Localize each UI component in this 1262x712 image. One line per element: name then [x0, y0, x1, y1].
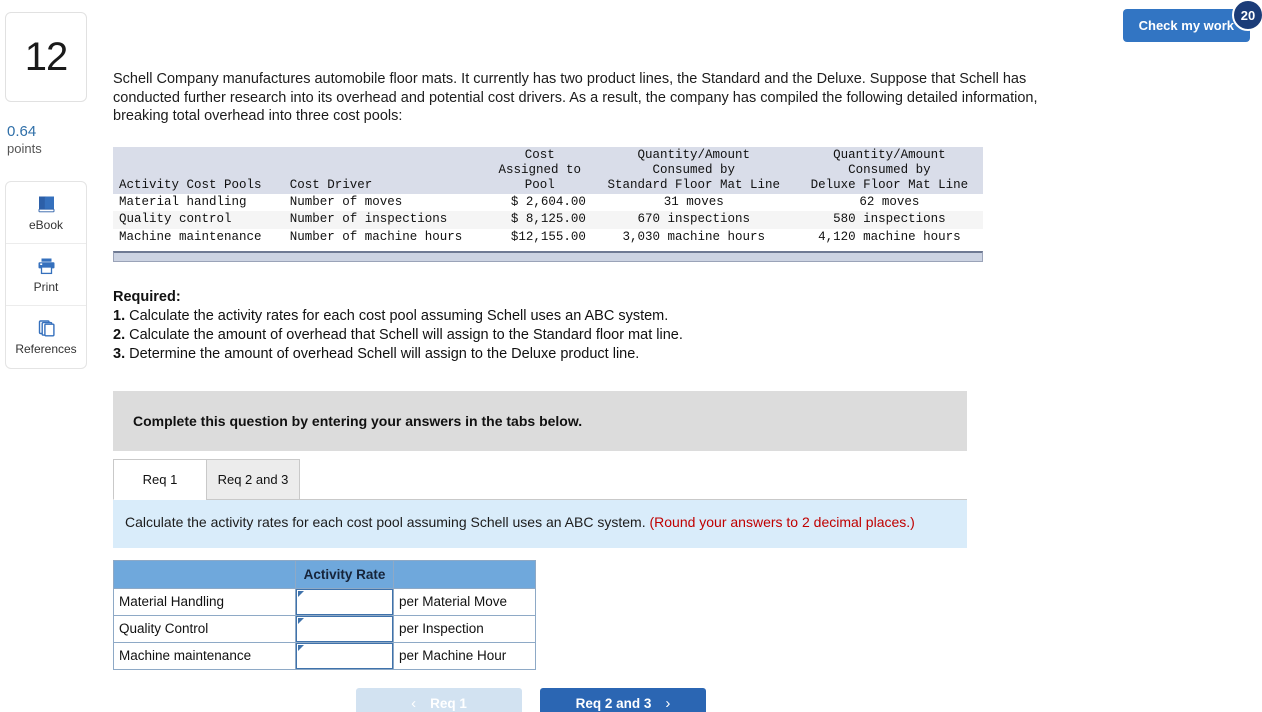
tool-ebook[interactable]: eBook — [6, 182, 86, 245]
cost-pool-table-wrapper: Activity Cost Pools Cost Driver Cost Assign… — [113, 146, 983, 262]
table-cell: Number of inspections — [283, 211, 488, 229]
prompt-text: Calculate the activity rates for each co… — [125, 513, 650, 530]
prev-req-label: Req 1 — [430, 696, 467, 712]
requirement-nav: ‹ Req 1 Req 2 and 3 › — [356, 687, 1073, 712]
printer-icon — [36, 256, 57, 276]
table-cell: 580 inspections — [795, 211, 983, 229]
check-my-work-button[interactable]: Check my work — [1122, 9, 1250, 42]
next-req-button[interactable]: Req 2 and 3 › — [540, 687, 706, 712]
table-row: Quality control Number of inspections $ 8,… — [113, 211, 983, 229]
activity-rate-cell[interactable] — [295, 641, 394, 670]
column-header: Quantity/Amount Consumed by Standard Floor… — [591, 146, 796, 194]
answer-row: Material Handling per Material Move — [113, 587, 536, 616]
required-item-text: Calculate the activity rates for each co… — [129, 307, 669, 324]
required-item-text: Determine the amount of overhead Schell … — [129, 346, 640, 363]
activity-rate-cell[interactable] — [295, 587, 394, 616]
table-row: Material handling Number of moves $ 2,604.… — [113, 194, 983, 212]
required-item: 2. Calculate the amount of overhead that… — [113, 326, 1073, 345]
answer-row: Quality Control per Inspection — [113, 614, 536, 643]
points-label: points — [7, 141, 42, 157]
table-cell: $ 2,604.00 — [510, 194, 586, 209]
points-display: 0.64 points — [5, 123, 87, 157]
question-number: 12 — [24, 34, 68, 79]
tab-req-2-and-3[interactable]: Req 2 and 3 — [206, 458, 300, 500]
tool-panel: eBook Print References — [5, 181, 87, 370]
answer-header-row: Activity Rate — [113, 559, 536, 589]
column-header: Activity Cost Pools — [113, 146, 284, 194]
answer-row-label: Quality Control — [113, 614, 296, 643]
cost-pool-table: Activity Cost Pools Cost Driver Cost Assign… — [113, 146, 983, 247]
question-intro: Schell Company manufactures automobile f… — [113, 71, 1038, 125]
answer-col-blank-left — [113, 559, 296, 589]
required-item: 3. Determine the amount of overhead Sche… — [113, 345, 1073, 364]
table-cell: 670 inspections — [591, 211, 796, 229]
table-cell: $ 8,125.00 — [487, 211, 592, 229]
required-heading: Required: — [113, 288, 181, 305]
required-item-number: 3. — [113, 346, 130, 363]
tab-req-1[interactable]: Req 1 — [113, 458, 207, 500]
check-my-work-area: Check my work 20 — [1122, 0, 1262, 42]
prompt-note: (Round your answers to 2 decimal places.… — [649, 513, 915, 530]
answer-row-label: Machine maintenance — [113, 641, 296, 670]
table-cell: Material handling — [119, 194, 247, 209]
table-cell: 4,120 machine hours — [818, 229, 961, 244]
column-header: Cost Driver — [283, 146, 488, 194]
tool-references-label: References — [15, 342, 77, 357]
required-item-text: Calculate the amount of overhead that Sc… — [129, 327, 683, 344]
question-sidebar: 12 0.64 points eBook Print References — [5, 12, 87, 370]
answer-table-body: Material Handling per Material Move Qualit… — [113, 587, 536, 670]
chevron-right-icon: › — [665, 695, 671, 712]
check-my-work-badge: 20 — [1232, 0, 1262, 31]
required-item-number: 1. — [113, 307, 130, 324]
tool-references[interactable]: References — [6, 306, 86, 368]
question-body: Schell Company manufactures automobile f… — [113, 70, 1073, 712]
chevron-left-icon: ‹ — [411, 695, 417, 712]
table-body: Material handling Number of moves $ 2,604.… — [113, 194, 983, 247]
question-number-box: 12 — [5, 12, 87, 102]
table-header-row: Activity Cost Pools Cost Driver Cost Assign… — [113, 146, 983, 194]
table-cell: Machine maintenance — [119, 229, 262, 244]
table-cell: Number of machine hours — [289, 229, 463, 244]
points-value: 0.64 — [7, 123, 37, 140]
table-cell: Quality control — [113, 211, 284, 229]
activity-rate-input[interactable] — [296, 588, 393, 615]
book-icon — [36, 194, 57, 214]
answer-col-blank-right — [393, 559, 536, 589]
next-req-label: Req 2 and 3 — [575, 696, 652, 712]
activity-rate-table: Activity Rate Material Handling per Mater… — [113, 559, 536, 670]
answer-row-unit: per Material Move — [393, 587, 536, 616]
requirement-tabs: Req 1 Req 2 and 3 — [113, 458, 1073, 500]
table-row: Machine maintenance Number of machine hou… — [113, 229, 983, 247]
required-item: 1. Calculate the activity rates for each… — [113, 307, 1073, 326]
copy-pages-icon — [36, 318, 57, 338]
table-cell: 62 moves — [859, 194, 920, 209]
tool-print-label: Print — [33, 279, 59, 294]
required-item-number: 2. — [113, 327, 130, 344]
answer-row-unit: per Inspection — [393, 614, 536, 643]
column-header: Quantity/Amount Consumed by Deluxe Floor M… — [795, 146, 983, 194]
instruction-banner: Complete this question by entering your … — [113, 390, 967, 451]
answer-row: Machine maintenance per Machine Hour — [113, 641, 536, 670]
table-cell: 3,030 machine hours — [622, 229, 766, 244]
column-header: Cost Assigned to Pool — [487, 146, 592, 194]
activity-rate-input[interactable] — [296, 615, 393, 642]
table-cell: $12,155.00 — [510, 229, 586, 244]
answer-row-label: Material Handling — [113, 587, 296, 616]
tool-print[interactable]: Print — [6, 244, 86, 307]
horizontal-scrollbar[interactable] — [113, 250, 983, 262]
tool-ebook-label: eBook — [28, 217, 64, 232]
prev-req-button[interactable]: ‹ Req 1 — [356, 687, 522, 712]
table-cell: 31 moves — [663, 194, 724, 209]
required-section: Required: 1. Calculate the activity rate… — [113, 288, 1073, 365]
requirement-prompt: Calculate the activity rates for each co… — [113, 499, 967, 548]
answer-row-unit: per Machine Hour — [393, 641, 536, 670]
answer-col-activity-rate: Activity Rate — [295, 559, 394, 589]
activity-rate-input[interactable] — [296, 642, 393, 669]
table-cell: Number of moves — [289, 194, 403, 209]
activity-rate-cell[interactable] — [295, 614, 394, 643]
